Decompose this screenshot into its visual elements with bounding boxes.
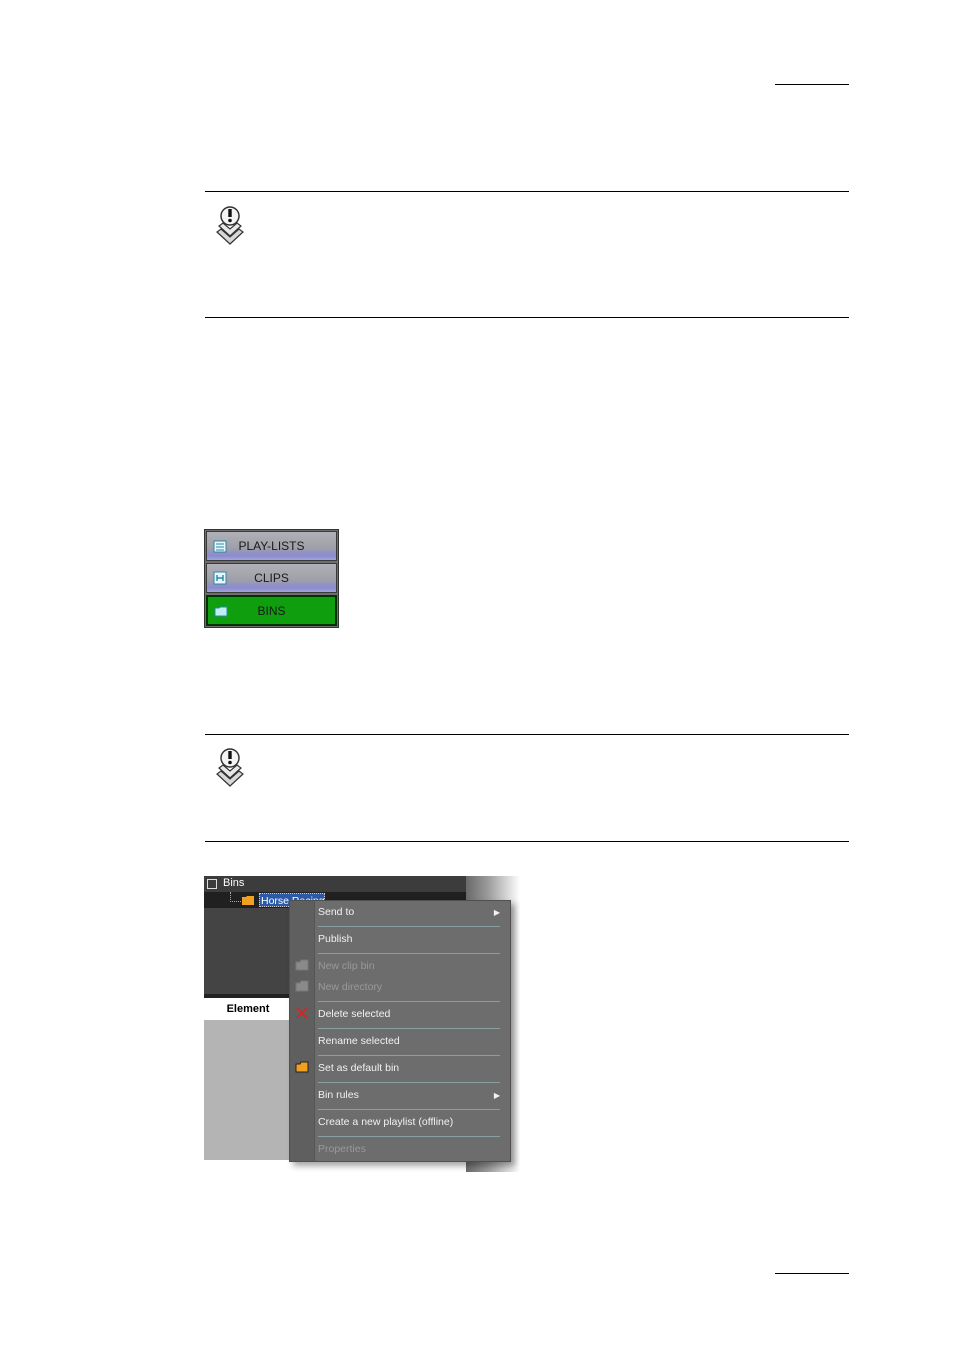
playlists-button[interactable]: PLAY-LISTS bbox=[206, 531, 337, 561]
submenu-arrow-icon: ▶ bbox=[493, 908, 500, 917]
element-column-header[interactable]: Element bbox=[204, 994, 292, 1020]
menu-item-properties: Properties bbox=[318, 1136, 504, 1163]
tree-expand-icon[interactable] bbox=[207, 879, 217, 889]
menu-icon-strip bbox=[290, 901, 315, 1161]
submenu-arrow-icon: ▶ bbox=[493, 1091, 500, 1100]
menu-item-publish[interactable]: Publish bbox=[318, 926, 504, 953]
menu-item-set-default-bin[interactable]: Set as default bin bbox=[318, 1055, 504, 1082]
playlists-label: PLAY-LISTS bbox=[238, 539, 305, 553]
bins-context-menu-screenshot: Bins Horse Racing Element Send to▶ Publi… bbox=[204, 876, 520, 1172]
clips-label: CLIPS bbox=[254, 571, 289, 585]
menu-item-new-directory: New directory bbox=[318, 974, 504, 1001]
menu-item-label: New directory bbox=[318, 981, 383, 993]
bins-tree-area bbox=[204, 908, 292, 994]
tree-header: Bins bbox=[204, 876, 466, 892]
menu-item-rename-selected[interactable]: Rename selected bbox=[318, 1028, 504, 1055]
menu-item-label: Send to bbox=[318, 906, 355, 918]
menu-item-label: Delete selected bbox=[318, 1008, 391, 1020]
footer-rule bbox=[775, 1273, 849, 1274]
note2-bottom-rule bbox=[205, 841, 849, 842]
menu-item-bin-rules[interactable]: Bin rules ▶ bbox=[318, 1082, 504, 1109]
tree-connector bbox=[230, 892, 241, 902]
menu-item-create-playlist-offline[interactable]: Create a new playlist (offline) bbox=[318, 1109, 504, 1136]
delete-icon bbox=[296, 1007, 308, 1019]
context-menu: Send to ▶ Publish New clip bin New direct… bbox=[289, 900, 511, 1162]
menu-item-send-to[interactable]: Send to ▶ bbox=[318, 899, 504, 926]
bin-folder-icon bbox=[242, 896, 254, 905]
new-clip-bin-icon bbox=[295, 959, 309, 971]
bins-label: BINS bbox=[257, 603, 286, 618]
menu-item-label: Set as default bin bbox=[318, 1062, 400, 1074]
note-top-rule bbox=[205, 191, 849, 192]
element-list-area bbox=[204, 1020, 292, 1160]
panel-buttons: PLAY-LISTS CLIPS BINS bbox=[204, 529, 339, 628]
tree-root-label[interactable]: Bins bbox=[223, 877, 244, 889]
menu-item-label: Publish bbox=[318, 933, 353, 945]
note-bottom-rule bbox=[205, 317, 849, 318]
new-directory-icon bbox=[295, 980, 309, 992]
menu-item-label: Create a new playlist (offline) bbox=[318, 1116, 454, 1128]
clips-button[interactable]: CLIPS bbox=[206, 563, 337, 593]
bins-button[interactable]: BINS bbox=[206, 595, 337, 626]
note-warning-icon bbox=[216, 748, 244, 787]
menu-item-delete-selected[interactable]: Delete selected bbox=[318, 1001, 504, 1028]
menu-item-label: Rename selected bbox=[318, 1035, 400, 1047]
default-bin-folder-icon bbox=[295, 1061, 309, 1073]
menu-item-label: New clip bin bbox=[318, 960, 375, 972]
note2-top-rule bbox=[205, 734, 849, 735]
menu-item-label: Properties bbox=[318, 1143, 366, 1155]
note-warning-icon bbox=[216, 206, 244, 245]
header-rule bbox=[775, 84, 849, 85]
menu-item-label: Bin rules bbox=[318, 1089, 359, 1101]
